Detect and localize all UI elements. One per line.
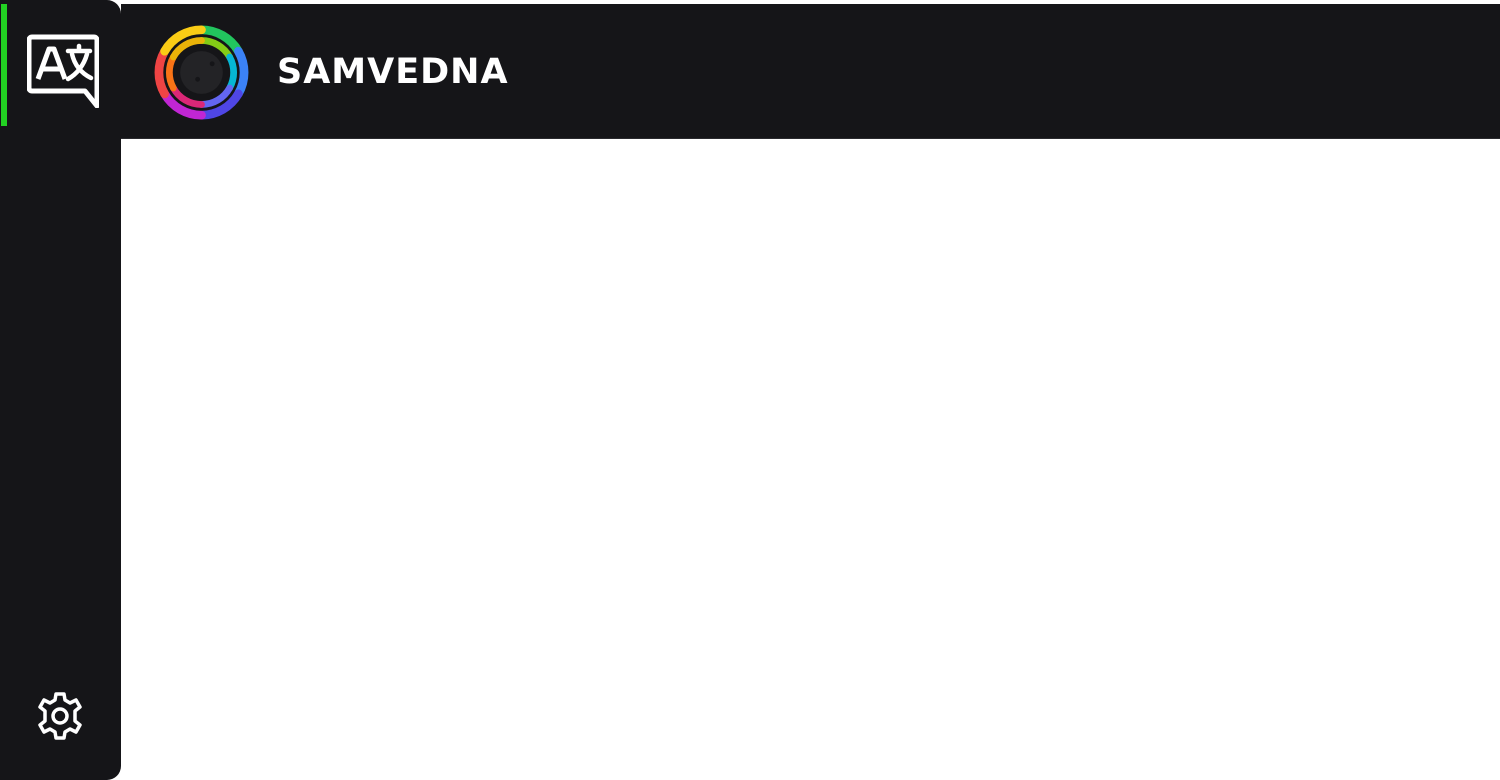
translate-icon [27,34,99,108]
sidebar-item-translate[interactable] [0,4,121,126]
gear-icon [38,692,82,740]
active-indicator [1,4,7,126]
settings-button[interactable] [36,690,84,742]
app-logo [154,25,249,120]
app-title: SAMVEDNA [277,52,509,92]
main-content [121,139,1500,780]
top-bar: SAMVEDNA [121,4,1500,139]
app-window: SAMVEDNA [0,0,1500,780]
sidebar [0,0,121,780]
